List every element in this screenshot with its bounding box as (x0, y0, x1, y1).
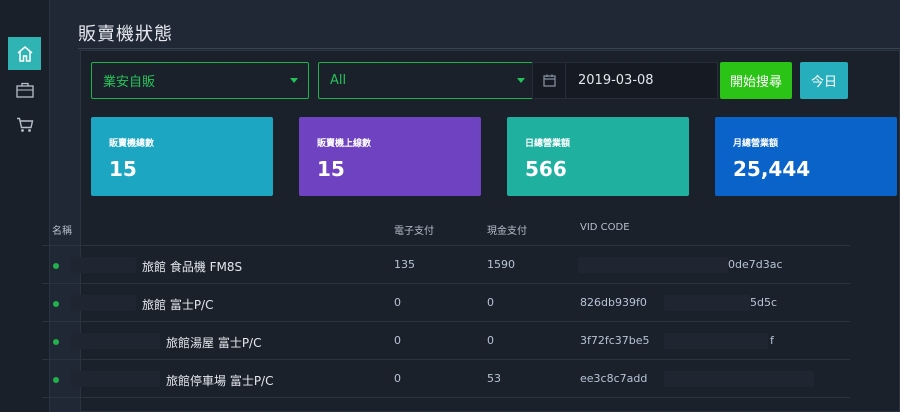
row-vid-start: ee3c8c7add (580, 372, 648, 385)
row-vid-end: 0de7d3ac (728, 258, 783, 271)
table-row[interactable]: 旅館湯屋 富士P/C 0 0 3f72fc37be5 f (42, 322, 850, 360)
sidebar-item-machines[interactable] (8, 73, 41, 106)
row-name: 旅館 食品機 FM8S (142, 260, 243, 274)
redacted-block (70, 257, 136, 273)
row-cash: 0 (487, 296, 494, 309)
card-label: 販賣機總數 (109, 139, 155, 149)
table-row[interactable]: 旅館停車場 富士P/C 0 53 ee3c8c7add (42, 360, 850, 398)
redacted-block (664, 371, 814, 387)
today-button[interactable]: 今日 (800, 62, 848, 99)
card-label: 日總營業額 (525, 139, 571, 149)
calendar-icon-box[interactable] (533, 63, 566, 98)
row-vid-end: 5d5c (750, 296, 778, 309)
scope-select[interactable]: All (318, 62, 536, 99)
chevron-down-icon (290, 78, 298, 83)
row-name: 旅館停車場 富士P/C (166, 374, 274, 388)
redacted-block (664, 295, 750, 311)
scope-select-value: All (330, 73, 347, 88)
row-cash: 53 (487, 372, 501, 385)
company-select[interactable]: 業安自販 (91, 62, 309, 99)
home-icon (17, 45, 32, 62)
page-title: 販賣機狀態 (78, 24, 173, 45)
row-name: 旅館 富士P/C (142, 298, 214, 312)
redacted-block (664, 333, 768, 349)
title-divider (78, 48, 900, 49)
card-monthly-revenue: 月總營業額 25,444 (715, 117, 897, 196)
card-machine-online: 販賣機上線數 15 (299, 117, 481, 196)
table-row[interactable]: 旅館 食品機 FM8S 135 1590 0de7d3ac (42, 246, 850, 284)
row-vid-start: 826db939f0 (580, 296, 647, 309)
redacted-block (578, 257, 728, 273)
company-select-value: 業安自販 (103, 75, 156, 90)
card-value: 25,444 (733, 157, 811, 181)
row-name: 旅館湯屋 富士P/C (166, 336, 262, 350)
status-dot (53, 301, 59, 307)
sidebar-item-cart[interactable] (8, 108, 41, 141)
row-cash: 0 (487, 334, 494, 347)
status-dot (53, 339, 59, 345)
briefcase-icon (15, 82, 34, 98)
row-cash: 1590 (487, 258, 515, 271)
card-label: 販賣機上線數 (317, 139, 372, 149)
redacted-block (70, 295, 136, 311)
card-label: 月總營業額 (733, 139, 779, 149)
cart-icon (16, 117, 33, 132)
redacted-block (70, 371, 160, 387)
header-cash: 現金支付 (487, 226, 527, 237)
header-electronic: 電子支付 (394, 226, 434, 237)
card-value: 15 (109, 157, 137, 181)
card-daily-revenue: 日總營業額 566 (507, 117, 689, 196)
card-machine-total: 販賣機總數 15 (91, 117, 273, 196)
row-electronic: 0 (394, 296, 401, 309)
header-vid: VID CODE (580, 222, 630, 233)
status-dot (53, 263, 59, 269)
row-electronic: 0 (394, 334, 401, 347)
redacted-block (70, 333, 160, 349)
search-button[interactable]: 開始搜尋 (720, 62, 792, 99)
status-dot (53, 377, 59, 383)
row-vid-start: 3f72fc37be5 (580, 334, 650, 347)
card-value: 15 (317, 157, 345, 181)
row-electronic: 0 (394, 372, 401, 385)
header-name: 名稱 (52, 226, 72, 237)
row-vid-end: f (770, 334, 774, 347)
chevron-down-icon (517, 78, 525, 83)
table-row[interactable]: 旅館 富士P/C 0 0 826db939f0 5d5c (42, 284, 850, 322)
card-value: 566 (525, 157, 567, 181)
table-header: 名稱 電子支付 現金支付 VID CODE (42, 210, 850, 246)
sidebar-item-home[interactable] (8, 37, 41, 70)
row-electronic: 135 (394, 258, 415, 271)
date-picker[interactable]: 2019-03-08 (532, 62, 718, 99)
calendar-icon (542, 74, 556, 87)
machine-table: 名稱 電子支付 現金支付 VID CODE 旅館 食品機 FM8S 135 15… (42, 210, 850, 398)
date-value: 2019-03-08 (578, 73, 654, 88)
